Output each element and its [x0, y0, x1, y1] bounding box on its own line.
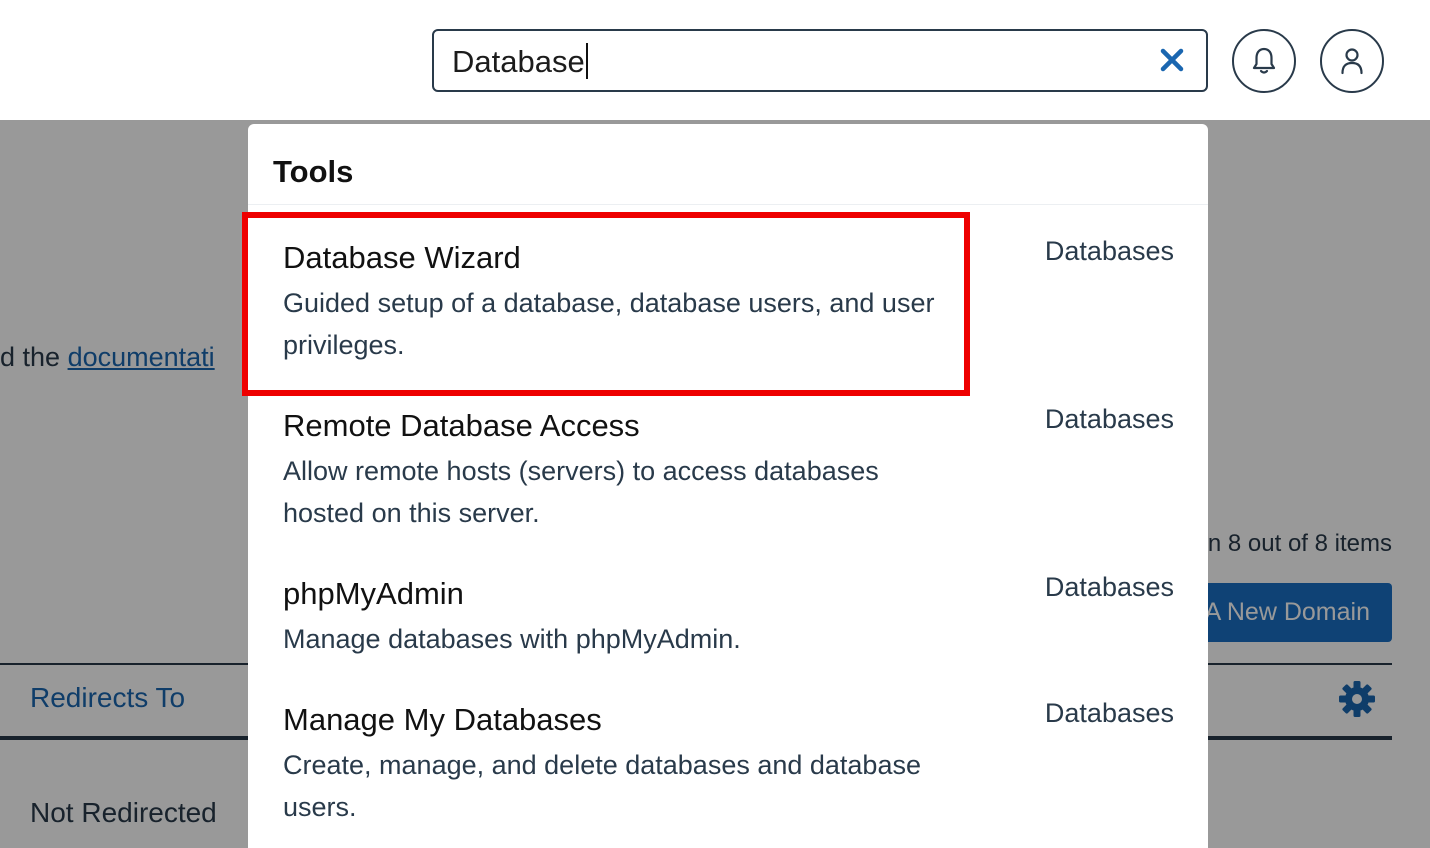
- result-title: Remote Database Access: [283, 408, 640, 443]
- bell-icon: [1252, 47, 1276, 74]
- clear-search-button[interactable]: [1158, 46, 1186, 74]
- result-title: phpMyAdmin: [283, 576, 464, 611]
- result-category: Databases: [1044, 698, 1174, 728]
- search-result-remote-database-access[interactable]: Remote Database Access Allow remote host…: [248, 404, 1208, 558]
- search-result-manage-my-databases[interactable]: Manage My Databases Create, manage, and …: [248, 698, 1208, 848]
- result-category: Databases: [1044, 572, 1174, 602]
- result-description: Manage databases with phpMyAdmin.: [283, 624, 741, 654]
- result-category: Databases: [1044, 236, 1174, 266]
- top-bar: Database: [0, 0, 1430, 120]
- user-icon: [1341, 48, 1363, 75]
- close-icon: [1160, 48, 1184, 72]
- search-input[interactable]: Database: [452, 43, 588, 80]
- result-description: Guided setup of a database, database use…: [283, 288, 935, 360]
- result-description: Allow remote hosts (servers) to access d…: [283, 456, 879, 528]
- search-results-dropdown: Tools Database Wizard Guided setup of a …: [248, 124, 1208, 848]
- search-result-phpmyadmin[interactable]: phpMyAdmin Manage databases with phpMyAd…: [248, 572, 1208, 686]
- result-description: Create, manage, and delete databases and…: [283, 750, 921, 822]
- search-box[interactable]: Database: [432, 29, 1208, 92]
- text-caret: [585, 43, 588, 79]
- search-result-database-wizard[interactable]: Database Wizard Guided setup of a databa…: [248, 236, 1208, 390]
- section-divider: [248, 204, 1208, 205]
- result-category: Databases: [1044, 404, 1174, 434]
- section-title-tools: Tools: [273, 154, 354, 189]
- result-title: Database Wizard: [283, 240, 521, 275]
- notifications-button[interactable]: [1232, 29, 1296, 93]
- account-button[interactable]: [1320, 29, 1384, 93]
- result-title: Manage My Databases: [283, 702, 602, 737]
